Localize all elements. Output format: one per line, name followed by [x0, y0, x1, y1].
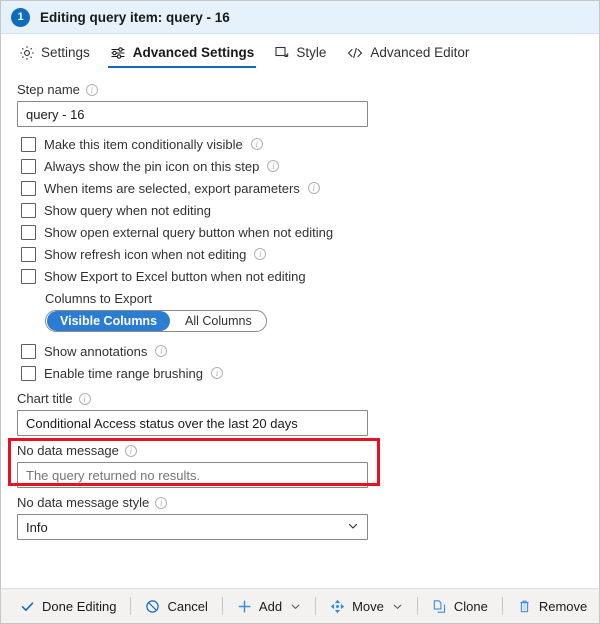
- step-name-label: Step name: [17, 82, 80, 97]
- copy-pages-icon: [432, 599, 447, 614]
- pill-visible-columns[interactable]: Visible Columns: [47, 311, 171, 331]
- checkbox-show-open-external-query[interactable]: [21, 224, 36, 240]
- checkmark-icon: [20, 599, 35, 614]
- no-data-message-style-label-row: No data message style i: [17, 495, 599, 510]
- chart-title-label: Chart title: [17, 391, 73, 406]
- no-data-message-label: No data message: [17, 443, 119, 458]
- checkbox-label: When items are selected, export paramete…: [44, 180, 300, 196]
- checkbox-label: Show refresh icon when not editing: [44, 246, 247, 262]
- gear-icon: [19, 45, 35, 61]
- done-editing-button[interactable]: Done Editing: [11, 593, 125, 619]
- info-icon[interactable]: i: [124, 444, 137, 457]
- checkbox-row-enable-time-range-brushing[interactable]: Enable time range brushing i: [21, 362, 599, 384]
- done-editing-label: Done Editing: [42, 598, 117, 614]
- move-button[interactable]: Move: [321, 593, 412, 619]
- checkbox-row-conditionally-visible[interactable]: Make this item conditionally visible i: [21, 133, 599, 155]
- checkbox-enable-time-range-brushing[interactable]: [21, 365, 36, 381]
- checkbox-row-always-show-pin[interactable]: Always show the pin icon on this step i: [21, 155, 599, 177]
- page-title: Editing query item: query - 16: [40, 9, 230, 25]
- move-label: Move: [352, 598, 384, 614]
- clone-button[interactable]: Clone: [423, 593, 497, 619]
- chevron-down-icon[interactable]: [392, 601, 403, 612]
- checkbox-label: Enable time range brushing: [44, 365, 203, 381]
- resize-square-icon: [274, 45, 290, 61]
- info-icon[interactable]: i: [267, 160, 280, 172]
- checkbox-show-export-to-excel[interactable]: [21, 268, 36, 284]
- toolbar-separator: [130, 597, 132, 615]
- tab-advanced-settings[interactable]: Advanced Settings: [100, 34, 265, 71]
- editing-header: 1 Editing query item: query - 16: [1, 1, 599, 34]
- info-icon[interactable]: i: [211, 367, 223, 379]
- checkbox-row-export-parameters[interactable]: When items are selected, export paramete…: [21, 177, 599, 199]
- toolbar-separator: [221, 597, 223, 615]
- step-number-badge: 1: [11, 7, 30, 27]
- settings-tabbar: Settings Advanced Settings Style Advance…: [1, 34, 599, 72]
- toolbar-separator: [501, 597, 503, 615]
- checkbox-label: Show open external query button when not…: [44, 224, 334, 240]
- trash-icon: [517, 599, 532, 614]
- toolbar-separator: [416, 597, 418, 615]
- plus-icon: [237, 599, 252, 614]
- no-data-message-style-value: Info: [26, 519, 48, 535]
- checkbox-label: Always show the pin icon on this step: [44, 158, 260, 174]
- chart-title-label-row: Chart title i: [17, 391, 599, 406]
- cancel-circle-icon: [145, 599, 160, 614]
- checkbox-row-show-annotations[interactable]: Show annotations i: [21, 340, 599, 362]
- code-brackets-icon: [346, 45, 364, 61]
- tab-advanced-settings-label: Advanced Settings: [132, 45, 255, 60]
- no-data-message-style-label: No data message style: [17, 495, 150, 510]
- no-data-message-label-row: No data message i: [17, 443, 599, 458]
- checkbox-label: Show query when not editing: [44, 202, 211, 218]
- checkbox-label: Show Export to Excel button when not edi…: [44, 268, 306, 284]
- info-icon[interactable]: i: [250, 138, 263, 150]
- sliders-icon: [110, 45, 127, 61]
- info-icon[interactable]: i: [155, 345, 168, 357]
- info-icon[interactable]: i: [85, 83, 98, 96]
- checkbox-row-show-refresh-icon[interactable]: Show refresh icon when not editing i: [21, 243, 599, 265]
- step-name-input[interactable]: [17, 101, 368, 127]
- checkbox-show-query[interactable]: [21, 202, 36, 218]
- columns-to-export-label: Columns to Export: [45, 291, 152, 306]
- tab-advanced-editor-label: Advanced Editor: [370, 45, 470, 60]
- tab-settings[interactable]: Settings: [9, 34, 100, 71]
- checkbox-row-show-query[interactable]: Show query when not editing: [21, 199, 599, 221]
- tab-style-label: Style: [296, 45, 327, 60]
- info-icon[interactable]: i: [307, 182, 320, 194]
- chart-title-input[interactable]: [17, 410, 368, 436]
- toolbar-separator: [315, 597, 317, 615]
- cancel-label: Cancel: [167, 598, 208, 614]
- step-name-label-row: Step name i: [17, 82, 599, 97]
- bottom-toolbar: Done Editing Cancel Add Move Clone Remov…: [1, 588, 599, 623]
- chevron-down-icon[interactable]: [290, 601, 301, 612]
- checkbox-show-refresh-icon[interactable]: [21, 246, 36, 262]
- cancel-button[interactable]: Cancel: [136, 593, 216, 619]
- checkbox-label: Make this item conditionally visible: [44, 136, 243, 152]
- checkbox-row-show-export-to-excel[interactable]: Show Export to Excel button when not edi…: [21, 265, 599, 287]
- tab-advanced-editor[interactable]: Advanced Editor: [336, 34, 479, 71]
- no-data-message-input[interactable]: [17, 462, 368, 488]
- clone-label: Clone: [453, 598, 488, 614]
- checkbox-export-parameters[interactable]: [21, 180, 36, 196]
- checkbox-show-annotations[interactable]: [21, 343, 36, 359]
- tab-style[interactable]: Style: [264, 34, 336, 71]
- checkbox-always-show-pin[interactable]: [21, 158, 36, 174]
- remove-button[interactable]: Remove: [508, 593, 596, 619]
- advanced-settings-form: Step name i Make this item conditionally…: [1, 72, 599, 540]
- add-button[interactable]: Add: [228, 593, 310, 619]
- remove-label: Remove: [538, 598, 588, 614]
- chevron-down-icon: [347, 520, 359, 535]
- info-icon[interactable]: i: [78, 392, 91, 405]
- no-data-message-style-select[interactable]: Info: [17, 514, 368, 540]
- info-icon[interactable]: i: [155, 496, 168, 509]
- checkbox-row-show-open-external-query[interactable]: Show open external query button when not…: [21, 221, 599, 243]
- info-icon[interactable]: i: [254, 248, 267, 260]
- pill-all-columns[interactable]: All Columns: [172, 311, 265, 331]
- tab-settings-label: Settings: [41, 45, 90, 60]
- checkbox-label: Show annotations: [44, 343, 148, 359]
- checkbox-conditionally-visible[interactable]: [21, 136, 36, 152]
- move-arrows-icon: [330, 599, 345, 614]
- columns-to-export-toggle[interactable]: Visible Columns All Columns: [45, 310, 267, 332]
- add-label: Add: [258, 598, 283, 614]
